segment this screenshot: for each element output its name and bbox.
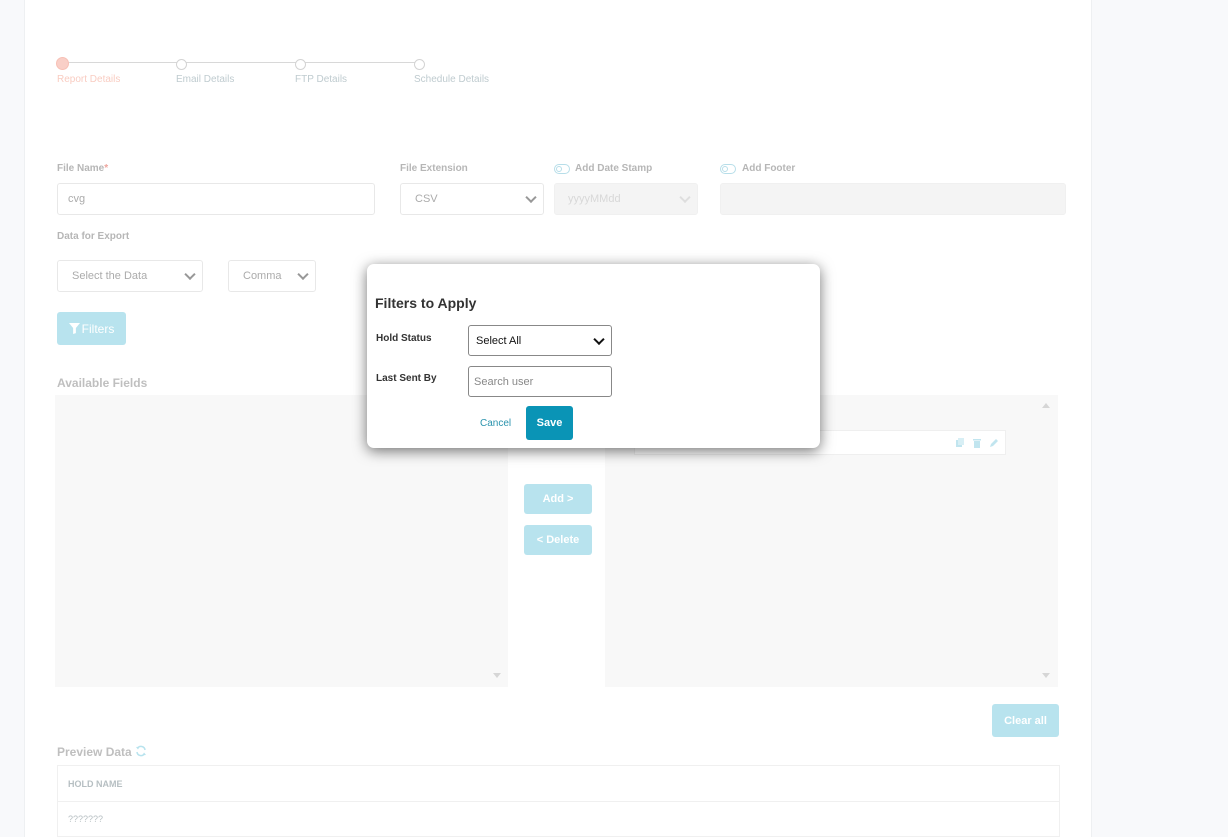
refresh-icon[interactable] bbox=[135, 745, 147, 757]
filters-button[interactable]: Filters bbox=[57, 312, 126, 345]
data-select[interactable]: Select the Data bbox=[57, 260, 203, 292]
stepper-line bbox=[67, 62, 417, 63]
data-select-value: Select the Data bbox=[72, 270, 148, 282]
footer-input bbox=[720, 183, 1066, 215]
chevron-down-icon bbox=[184, 268, 196, 281]
column-header-hold-name: HOLD NAME bbox=[68, 778, 123, 789]
chevron-down-icon bbox=[525, 191, 537, 204]
step-label-email-details[interactable]: Email Details bbox=[176, 74, 234, 85]
cancel-button[interactable]: Cancel bbox=[480, 418, 511, 429]
step-label-ftp-details[interactable]: FTP Details bbox=[295, 74, 347, 85]
copy-icon[interactable] bbox=[955, 438, 965, 448]
search-user-placeholder: Search user bbox=[474, 375, 534, 388]
scroll-down-icon[interactable] bbox=[1042, 673, 1050, 678]
table-row: ??????? bbox=[58, 801, 1059, 836]
add-button[interactable]: Add > bbox=[524, 484, 592, 514]
file-extension-value: CSV bbox=[415, 193, 438, 205]
scroll-down-icon[interactable] bbox=[493, 673, 501, 678]
preview-table: HOLD NAME ??????? bbox=[57, 765, 1060, 837]
hold-status-label: Hold Status bbox=[376, 333, 432, 344]
hold-status-value: Select All bbox=[476, 334, 522, 347]
trash-icon[interactable] bbox=[972, 438, 982, 448]
filter-icon bbox=[68, 323, 80, 334]
filters-button-label: Filters bbox=[81, 321, 115, 336]
file-extension-select[interactable]: CSV bbox=[400, 183, 544, 215]
delete-button[interactable]: < Delete bbox=[524, 525, 592, 555]
footer-label: Add Footer bbox=[742, 163, 796, 174]
table-cell: ??????? bbox=[68, 813, 104, 824]
date-stamp-label: Add Date Stamp bbox=[575, 163, 653, 174]
chevron-down-icon bbox=[297, 268, 309, 281]
date-stamp-value: yyyyMMdd bbox=[568, 193, 621, 205]
last-sent-by-label: Last Sent By bbox=[376, 373, 437, 384]
filters-modal: Filters to Apply Hold Status Select All … bbox=[367, 264, 820, 448]
file-name-input[interactable]: cvg bbox=[57, 183, 375, 215]
step-dot-report-details[interactable] bbox=[56, 57, 69, 70]
delimiter-value: Comma bbox=[243, 270, 282, 282]
required-mark: * bbox=[104, 163, 109, 174]
clear-all-button[interactable]: Clear all bbox=[992, 704, 1059, 737]
data-export-label: Data for Export bbox=[57, 231, 130, 242]
date-stamp-select: yyyyMMdd bbox=[554, 183, 698, 215]
file-name-value: cvg bbox=[68, 193, 86, 205]
step-dot-schedule-details[interactable] bbox=[414, 59, 425, 70]
step-dot-email-details[interactable] bbox=[176, 59, 187, 70]
modal-title: Filters to Apply bbox=[375, 295, 477, 311]
step-label-schedule-details[interactable]: Schedule Details bbox=[414, 74, 489, 85]
chevron-down-icon bbox=[593, 333, 605, 345]
search-user-input[interactable]: Search user bbox=[468, 366, 612, 397]
step-label-report-details[interactable]: Report Details bbox=[57, 74, 120, 85]
save-button[interactable]: Save bbox=[526, 406, 573, 440]
delimiter-select[interactable]: Comma bbox=[228, 260, 316, 292]
available-fields-title: Available Fields bbox=[57, 376, 148, 390]
file-name-label: File Name* bbox=[57, 163, 109, 174]
hold-status-select[interactable]: Select All bbox=[468, 325, 612, 356]
preview-data-title: Preview Data bbox=[57, 745, 132, 759]
table-header: HOLD NAME bbox=[58, 766, 1059, 802]
footer-toggle[interactable] bbox=[720, 164, 736, 174]
pencil-icon[interactable] bbox=[989, 438, 999, 448]
scroll-up-icon[interactable] bbox=[1042, 403, 1050, 408]
date-stamp-toggle[interactable] bbox=[554, 164, 570, 174]
chevron-down-icon bbox=[679, 191, 691, 204]
step-dot-ftp-details[interactable] bbox=[295, 59, 306, 70]
file-extension-label: File Extension bbox=[400, 163, 468, 174]
